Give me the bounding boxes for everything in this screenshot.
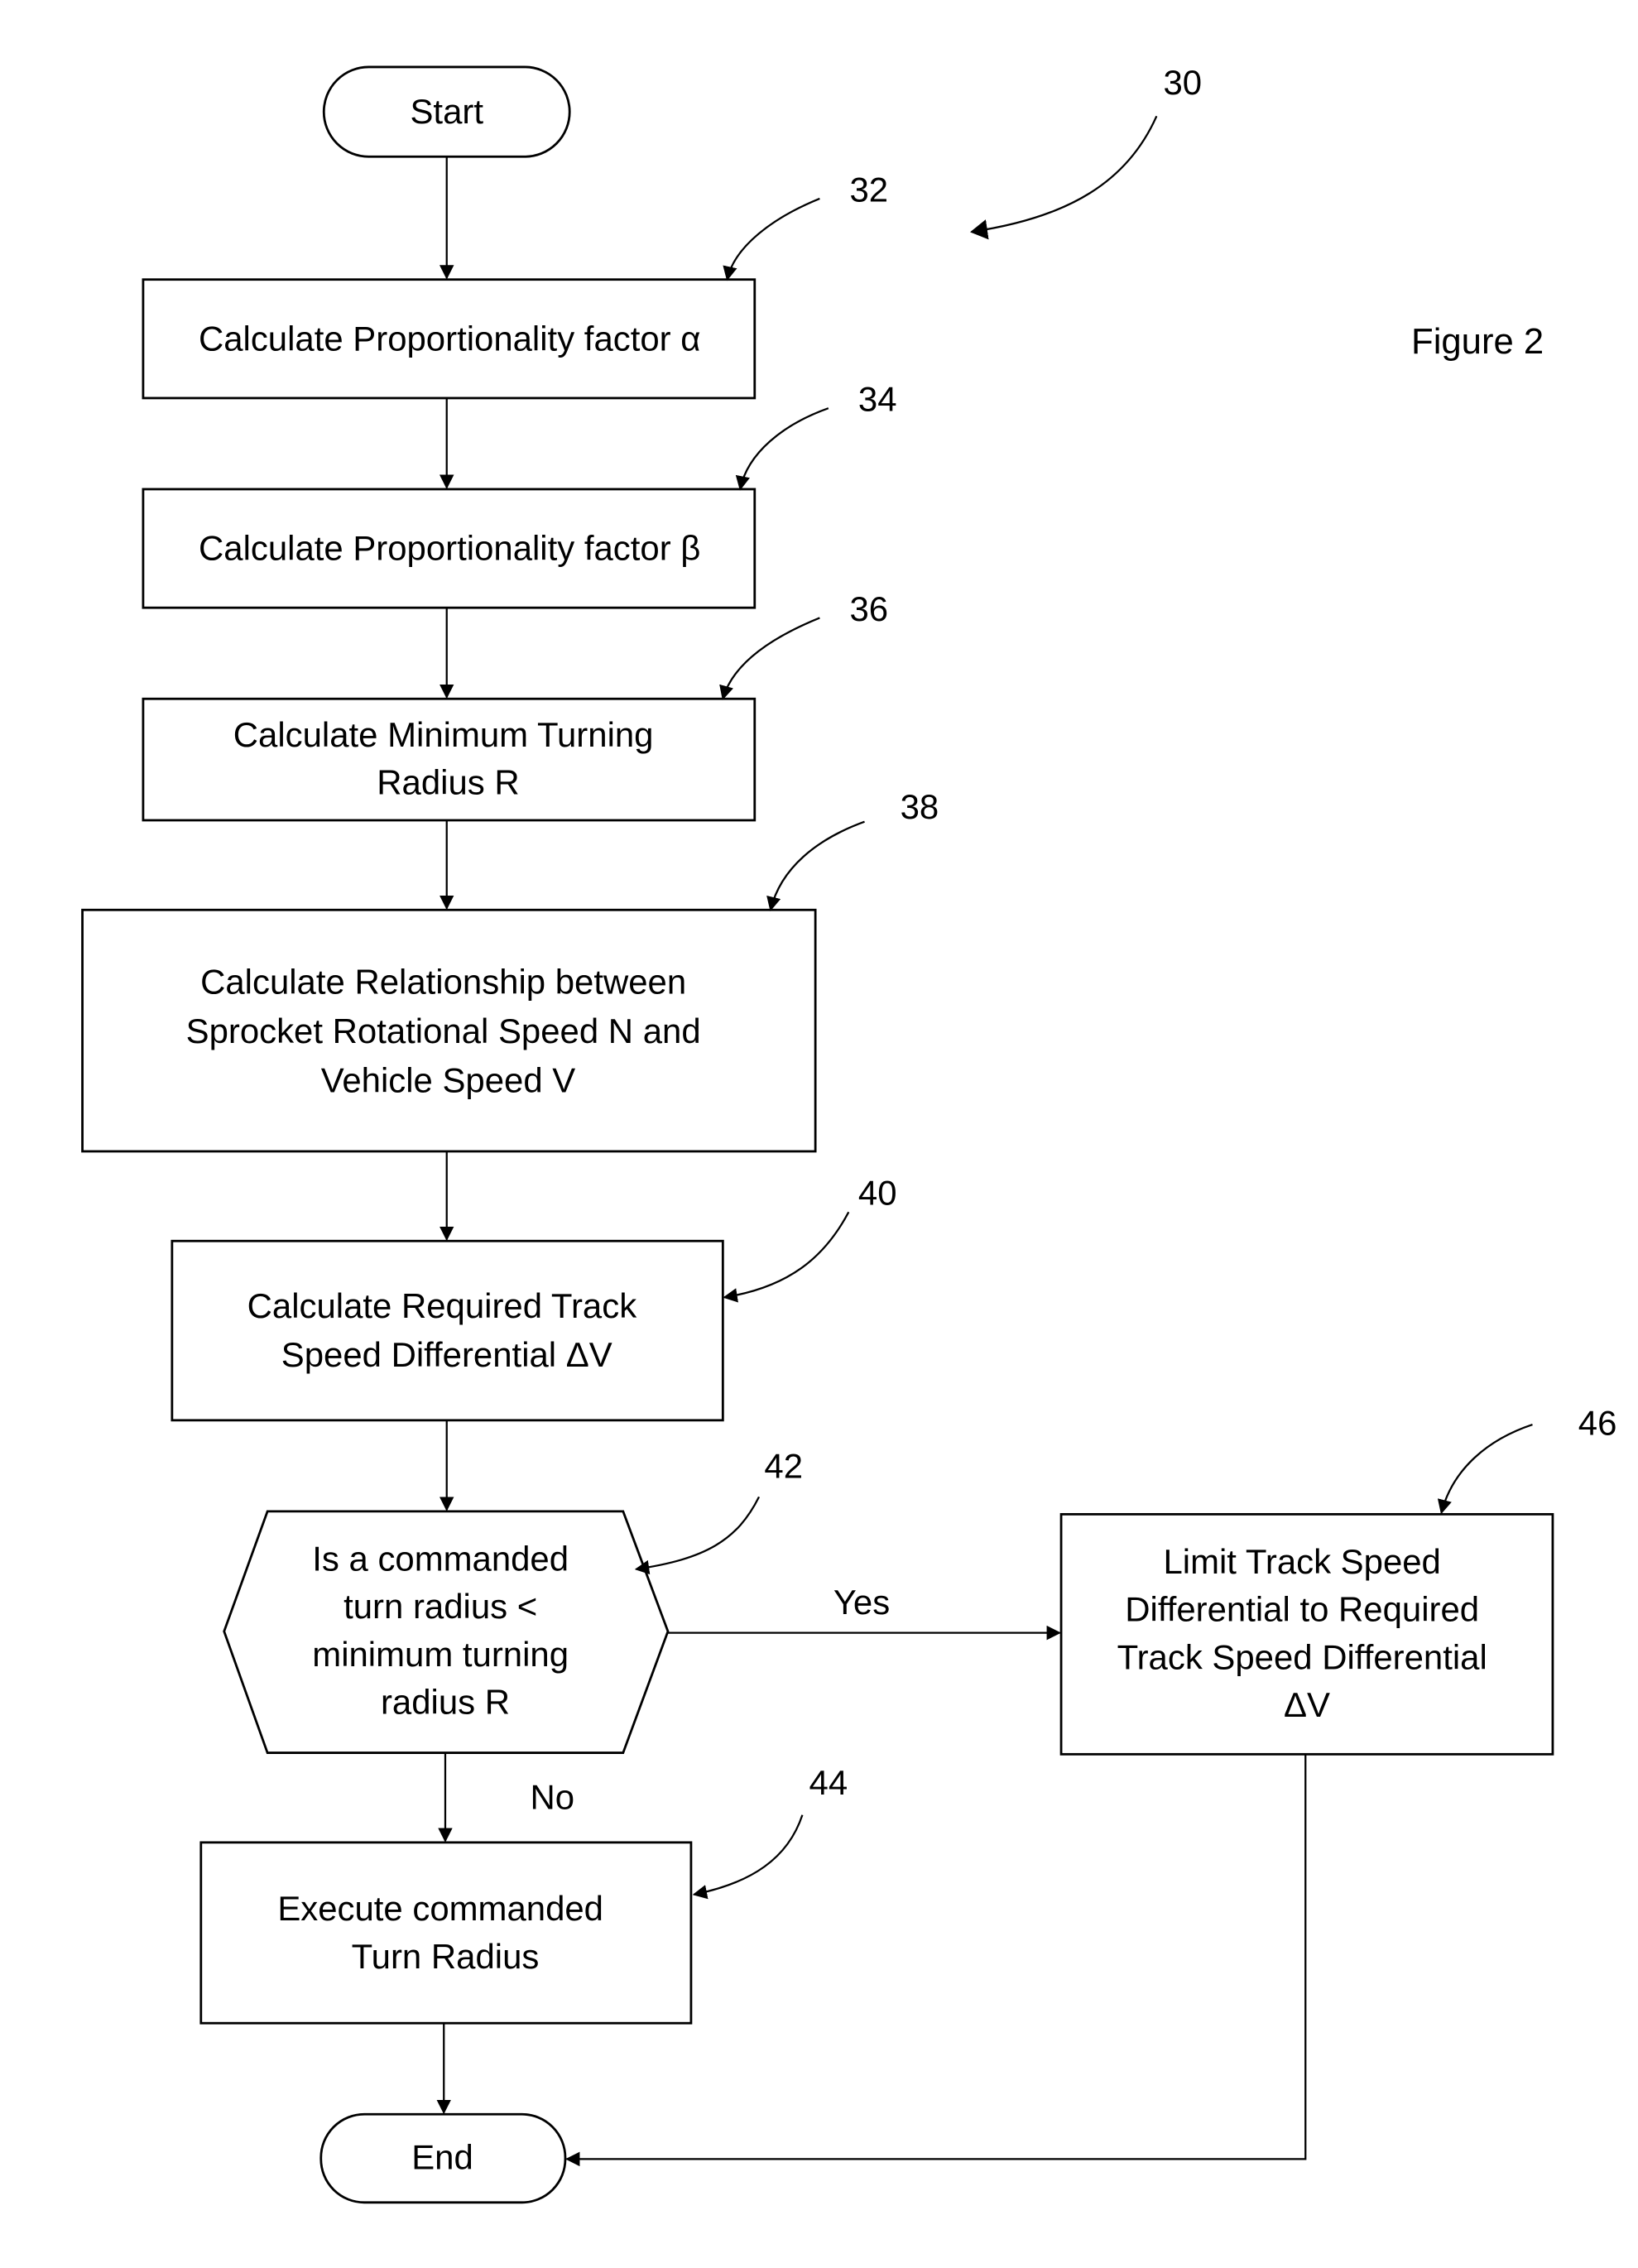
ref-number-36: 36 [849,589,888,628]
ref-number-32: 32 [849,170,888,209]
end-terminal: End [319,2112,567,2204]
step-34-text: Calculate Proportionality factor β [199,529,700,568]
ref-leader-46 [1437,1424,1533,1515]
step-36-box: Calculate Minimum Turning Radius R [142,697,757,822]
step-46-box: Limit Track Speed Differential to Requir… [1059,1512,1554,1756]
ref-number-30: 30 [1163,63,1202,102]
step-34-box: Calculate Proportionality factor β [142,488,757,609]
ref-number-44: 44 [809,1763,848,1802]
ref-number-38: 38 [901,787,939,826]
figure-label: Figure 2 [1411,321,1544,362]
decision-42-hexagon: Is a commanded turn radius < minimum tur… [223,1510,670,1754]
step-40-box: Calculate Required Track Speed Different… [171,1239,724,1422]
step-38-box: Calculate Relationship between Sprocket … [81,908,817,1153]
ref-number-46: 46 [1578,1403,1617,1442]
start-terminal: Start [322,65,571,158]
edge-label-no: No [530,1778,574,1817]
step-32-text: Calculate Proportionality factor α [199,319,701,358]
step-44-box: Execute commanded Turn Radius [199,1841,693,2025]
ref-leader-44 [692,1814,804,1900]
ref-leader-36 [719,617,820,700]
edge-label-yes: Yes [833,1583,890,1622]
step-32-box: Calculate Proportionality factor α [142,278,757,400]
start-label: Start [410,92,483,131]
ref-number-40: 40 [858,1174,897,1213]
ref-leader-38 [766,820,865,911]
end-label: End [411,2138,473,2177]
ref-leader-34 [735,407,829,491]
ref-leader-40 [723,1211,850,1303]
ref-leader-30 [970,115,1158,240]
ref-leader-32 [723,197,820,281]
flowchart: Figure 2 30 Start Calculate Proportional… [81,63,1617,2204]
ref-leader-42 [634,1496,761,1575]
ref-number-34: 34 [858,380,897,419]
ref-number-42: 42 [764,1447,803,1486]
